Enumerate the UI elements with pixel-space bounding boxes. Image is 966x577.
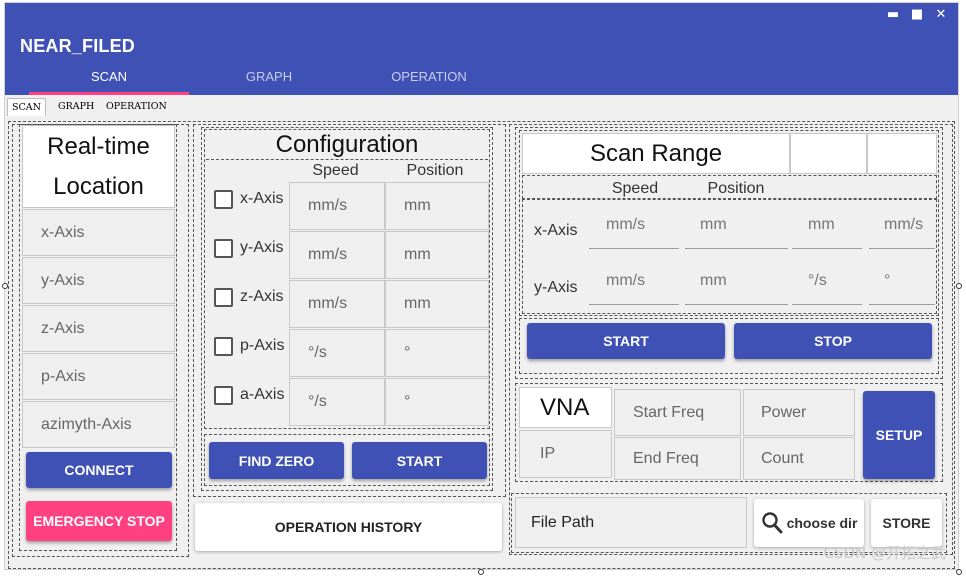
vna-power-field[interactable]: Power [743,389,855,436]
realtime-title-line1: Real-time [47,132,150,160]
x-position-placeholder: mm [404,197,431,214]
p-position-field[interactable]: ° [385,329,489,377]
vna-end-freq-field[interactable]: End Freq [614,437,741,480]
realtime-title-line2: Location [53,172,144,200]
subtab-scan[interactable]: SCAN [7,98,46,116]
z-speed-field[interactable]: mm/s [289,280,385,328]
y-speed-field[interactable]: mm/s [289,231,385,279]
realtime-x-axis: x-Axis [22,209,175,256]
config-start-button[interactable]: START [352,442,487,479]
vna-count-field[interactable]: Count [743,437,855,480]
file-path-field[interactable]: File Path [515,497,747,548]
realtime-p-axis: p-Axis [22,353,175,400]
realtime-azimyth-axis: azimyth-Axis [22,401,175,448]
main-window: ▬ ■ ✕ NEAR_FILED SCAN GRAPH OPERATION SC… [4,2,959,570]
configuration-title: Configuration [275,131,419,158]
axis-label: azimyth-Axis [41,415,132,433]
z-position-placeholder: mm [404,295,431,312]
subtab-operation[interactable]: OPERATION [102,98,171,116]
app-header: ▬ ■ ✕ NEAR_FILED SCAN GRAPH OPERATION [5,3,958,95]
vna-ip-label: IP [540,445,556,462]
x-axis-label: x-Axis [240,190,284,207]
vna-title: VNA [540,393,590,421]
p-position-placeholder: ° [404,344,411,361]
search-icon [761,511,783,535]
emergency-stop-button[interactable]: EMERGENCY STOP [26,501,172,541]
axis-label: z-Axis [41,319,85,337]
config-header-divider [206,159,488,160]
app-title: NEAR_FILED [20,36,136,56]
y-position-field[interactable]: mm [385,231,489,279]
scan-range-title: Scan Range [589,139,723,167]
tab-active-indicator [29,92,189,95]
scan-header-row [522,175,937,199]
x-speed-placeholder: mm/s [308,197,348,214]
a-speed-field[interactable]: °/s [289,378,385,426]
tab-graph[interactable]: GRAPH [189,69,349,84]
a-position-field[interactable]: ° [385,378,489,426]
scan-range-blank-2 [867,133,937,174]
subtab-graph[interactable]: GRAPH [54,98,98,116]
resize-handle-bottom[interactable] [478,569,484,575]
vna-end-freq-label: End Freq [633,449,699,467]
z-speed-placeholder: mm/s [308,295,348,312]
p-axis-checkbox[interactable] [214,337,233,356]
p-axis-label: p-Axis [240,337,285,354]
realtime-y-axis: y-Axis [22,257,175,304]
vna-count-label: Count [761,449,804,467]
x-speed-field[interactable]: mm/s [289,182,385,230]
z-axis-label: z-Axis [240,288,284,305]
realtime-title-box: Real-time Location [22,125,175,208]
connect-button[interactable]: CONNECT [26,452,172,488]
x-axis-checkbox[interactable] [214,190,233,209]
x-position-field[interactable]: mm [385,182,489,230]
store-button[interactable]: STORE [871,499,942,547]
config-col-position: Position [406,162,464,179]
watermark: CSDN @开拓之武 [823,544,946,562]
y-speed-placeholder: mm/s [308,246,348,263]
file-path-label: File Path [531,513,595,531]
axis-label: p-Axis [41,367,86,385]
axis-label: y-Axis [41,271,85,289]
tab-operation[interactable]: OPERATION [349,69,509,84]
config-col-speed: Speed [312,162,359,179]
vna-start-freq-label: Start Freq [633,403,705,421]
scan-start-button[interactable]: START [527,323,725,359]
y-axis-label: y-Axis [240,239,284,256]
scan-grid-body [522,199,937,314]
tab-scan[interactable]: SCAN [29,69,189,84]
sub-tab-bar: SCAN GRAPH OPERATION [5,98,958,116]
choose-dir-label: choose dir [786,515,858,531]
a-position-placeholder: ° [404,393,411,410]
window-controls: ▬ ■ ✕ [882,6,952,24]
y-axis-checkbox[interactable] [214,239,233,258]
a-speed-placeholder: °/s [308,393,327,410]
vna-setup-button[interactable]: SETUP [863,391,935,479]
find-zero-button[interactable]: FIND ZERO [209,442,344,479]
realtime-z-axis: z-Axis [22,305,175,352]
axis-label: x-Axis [41,223,85,241]
operation-history-button[interactable]: OPERATION HISTORY [195,503,502,551]
z-axis-checkbox[interactable] [214,288,233,307]
vna-title-box: VNA [519,387,612,428]
scan-stop-button[interactable]: STOP [734,323,932,359]
vna-start-freq-field[interactable]: Start Freq [614,389,741,436]
resize-handle-corner[interactable] [956,569,962,575]
a-axis-checkbox[interactable] [214,386,233,405]
p-speed-field[interactable]: °/s [289,329,385,377]
y-position-placeholder: mm [404,246,431,263]
resize-handle-right[interactable] [956,283,962,289]
scan-range-title-box: Scan Range [522,133,790,174]
vna-power-label: Power [761,403,807,421]
resize-handle-left[interactable] [2,283,8,289]
maximize-icon[interactable]: ■ [906,6,928,24]
choose-dir-button[interactable]: choose dir [754,499,864,547]
z-position-field[interactable]: mm [385,280,489,328]
vna-ip-box: IP [519,430,612,478]
minimize-icon[interactable]: ▬ [882,6,904,24]
p-speed-placeholder: °/s [308,344,327,361]
a-axis-label: a-Axis [240,386,285,403]
scan-range-blank-1 [790,133,867,174]
close-icon[interactable]: ✕ [930,6,952,24]
